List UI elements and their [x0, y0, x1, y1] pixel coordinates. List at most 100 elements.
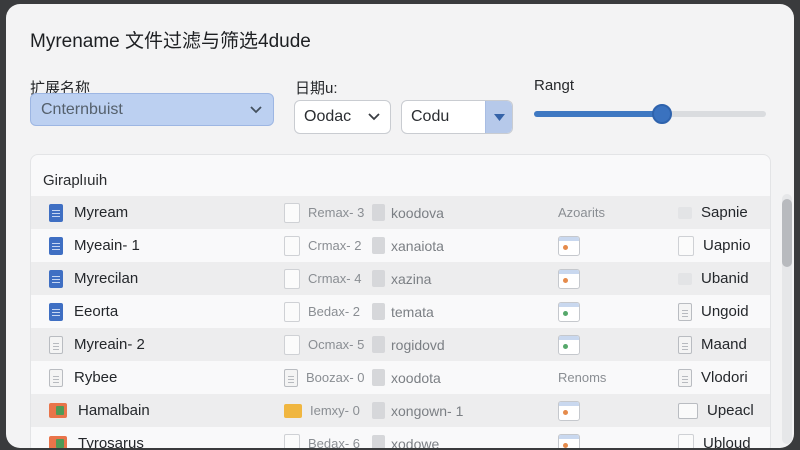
date-from-select[interactable]: Oodac — [294, 100, 391, 134]
file-cell: temata — [372, 295, 434, 328]
slider-fill — [534, 111, 662, 117]
item-tail: Ungoid — [701, 303, 749, 320]
name-cell: Myream — [49, 196, 128, 229]
item-file: temata — [391, 303, 434, 320]
chevron-down-icon — [367, 110, 381, 124]
file-outline-icon — [678, 235, 694, 256]
item-file: koodova — [391, 204, 444, 221]
image-icon — [49, 436, 67, 448]
item-name: Myrecilan — [74, 270, 139, 287]
doc-gray-icon — [49, 335, 63, 354]
tail-cell: Uapnio — [678, 229, 751, 262]
file-outline-icon — [284, 334, 300, 355]
file-outline-icon — [284, 202, 300, 223]
item-code: Boozax- 0 — [306, 370, 365, 385]
code-cell: Boozax- 0 — [284, 361, 365, 394]
tail-cell: Ubanid — [678, 262, 749, 295]
item-tail: Maand — [701, 336, 747, 353]
item-code: Bedax- 6 — [308, 436, 361, 448]
code-cell: Remax- 3 — [284, 196, 364, 229]
name-cell: Myreain- 2 — [49, 328, 145, 361]
slider-thumb[interactable] — [651, 104, 672, 124]
name-cell: Myeain- 1 — [49, 229, 140, 262]
date-to-dropdown-button[interactable] — [485, 101, 512, 133]
name-cell: Eeorta — [49, 295, 118, 328]
range-slider[interactable] — [534, 104, 766, 124]
file-cell: koodova — [372, 196, 444, 229]
file-gray-icon — [372, 369, 385, 386]
code-cell: Bedax- 2 — [284, 295, 360, 328]
list-item[interactable]: Rybee Boozax- 0 xoodota Renoms Vlodori — [31, 361, 770, 394]
folder-yellow-icon — [284, 403, 302, 418]
app-window-icon — [558, 235, 580, 256]
file-gray-icon — [372, 336, 385, 353]
file-gray-icon — [372, 303, 385, 320]
file-gray-icon — [372, 435, 385, 448]
name-cell: Hamalbain — [49, 394, 150, 427]
file-list-panel: Girapl⁠ıuih Myream Remax- 3 koodova Azoarit… — [30, 154, 771, 448]
name-cell: Rybee — [49, 361, 117, 394]
code-cell: Ocmax- 5 — [284, 328, 364, 361]
chevron-down-icon — [249, 103, 263, 117]
date-from-value: Oodac — [304, 108, 352, 125]
item-name: Tyrosarus — [78, 435, 144, 448]
name-cell: Tyrosarus — [49, 427, 144, 448]
name-cell: Myrecilan — [49, 262, 138, 295]
code-cell: Bedax- 6 — [284, 427, 360, 448]
app-window-icon — [558, 433, 580, 448]
tag-cell: Renoms — [558, 361, 606, 394]
date-to-select[interactable]: Codu — [401, 100, 513, 134]
doc-blue-icon — [49, 302, 63, 321]
doc-gray-icon — [284, 368, 298, 387]
tag-cell — [558, 328, 580, 361]
tail-cell: Vlodori — [678, 361, 748, 394]
doc-blue-icon — [49, 236, 63, 255]
file-outline-icon — [284, 433, 300, 448]
item-code: Iemxy- 0 — [310, 403, 360, 418]
item-name: Myeain- 1 — [74, 237, 140, 254]
item-tail: Upeacl — [707, 402, 754, 419]
item-name: Myreain- 2 — [74, 336, 145, 353]
app-window: Myrename 文件过滤与筛选4dude 扩展名称 Cnternbuist 日… — [6, 4, 794, 448]
file-gray-icon — [372, 237, 385, 254]
item-code: Crmax- 2 — [308, 238, 362, 253]
item-tail: Uapnio — [703, 237, 751, 254]
list-item[interactable]: Myreain- 2 Ocmax- 5 rogidovd Maand — [31, 328, 770, 361]
item-name: Myream — [74, 204, 129, 221]
app-window-green-icon — [558, 334, 580, 355]
doc-blue-icon — [49, 203, 63, 222]
range-label: Rangt — [534, 77, 575, 94]
item-file: xanaiota — [391, 237, 444, 254]
scrollbar-thumb[interactable] — [782, 199, 792, 267]
app-window-icon — [558, 268, 580, 289]
list-item[interactable]: Tyrosarus Bedax- 6 xodowe Ubloud — [31, 427, 770, 448]
item-tag: Azoarits — [558, 205, 605, 220]
caret-down-icon — [493, 113, 505, 121]
tag-cell: Azoarits — [558, 196, 605, 229]
list-item[interactable]: Myeain- 1 Crmax- 2 xanaiota Uapnio — [31, 229, 770, 262]
list-item[interactable]: Myrecilan Crmax- 4 xazina Ubanid — [31, 262, 770, 295]
item-tail: Ubanid — [701, 270, 749, 287]
list-item[interactable]: Myream Remax- 3 koodova Azoarits Sapnie — [31, 196, 770, 229]
item-code: Bedax- 2 — [308, 304, 361, 319]
item-file: rogidovd — [391, 336, 445, 353]
tail-cell: Maand — [678, 328, 747, 361]
tag-cell — [558, 295, 580, 328]
file-cell: xanaiota — [372, 229, 444, 262]
app-window-icon — [558, 400, 580, 421]
tag-cell — [558, 262, 580, 295]
tag-cell — [558, 427, 580, 448]
doc-gray-icon — [678, 302, 692, 321]
file-outline-icon — [284, 268, 300, 289]
item-tail: Vlodori — [701, 369, 748, 386]
item-code: Ocmax- 5 — [308, 337, 365, 352]
doc-blue-icon — [49, 269, 63, 288]
list-item[interactable]: Eeorta Bedax- 2 temata Ungoid — [31, 295, 770, 328]
item-name: Hamalbain — [78, 402, 150, 419]
file-gray-icon — [372, 270, 385, 287]
window-title: Myrename 文件过滤与筛选4dude — [30, 31, 311, 52]
extension-dropdown[interactable]: Cnternbuist — [30, 93, 274, 126]
box-gray-icon — [678, 206, 692, 219]
doc-gray-icon — [678, 368, 692, 387]
list-item[interactable]: Hamalbain Iemxy- 0 xongown- 1 Upeacl — [31, 394, 770, 427]
